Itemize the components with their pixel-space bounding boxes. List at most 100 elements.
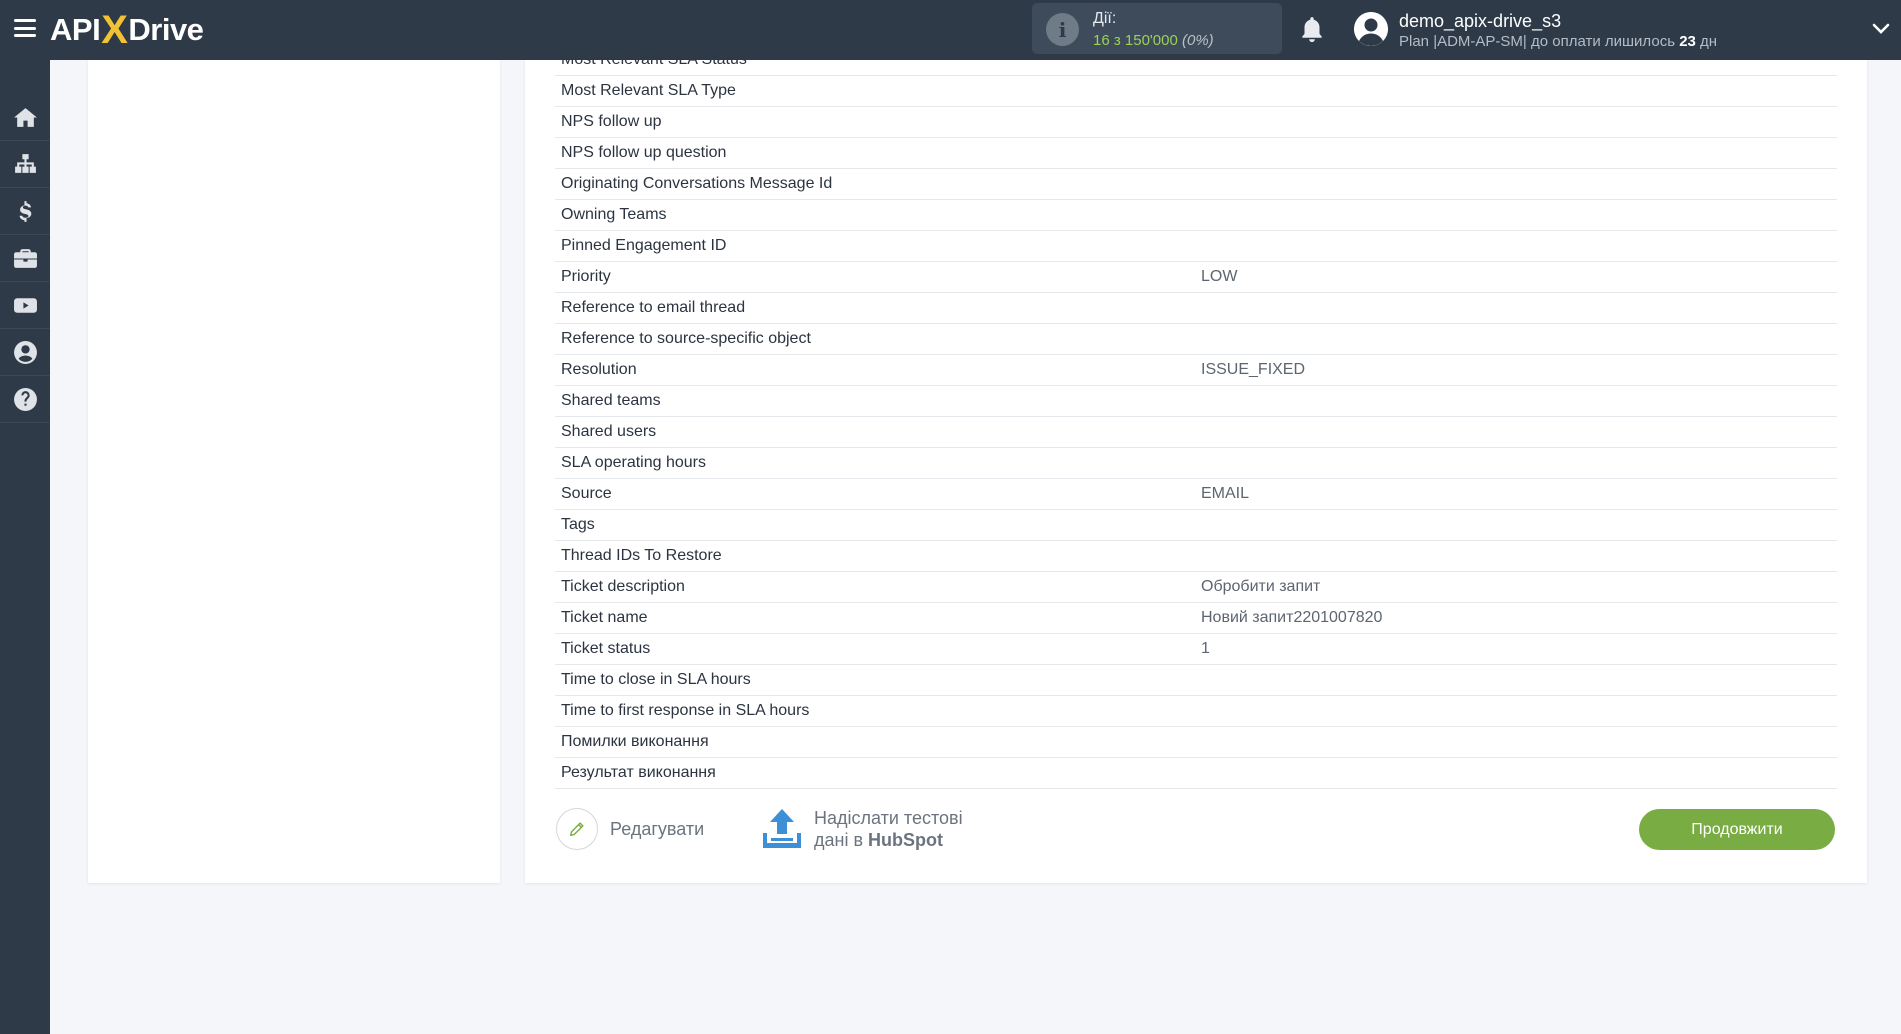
field-name: Most Relevant SLA Status (561, 60, 747, 69)
field-row: Time to close in SLA hours (555, 665, 1837, 696)
field-row: Tags (555, 510, 1837, 541)
logo[interactable]: API X Drive (50, 7, 204, 52)
send-test-data-label: Надіслати тестові дані в HubSpot (814, 807, 963, 851)
edit-button[interactable]: Редагувати (556, 808, 704, 850)
user-circle-icon (13, 340, 37, 364)
field-row: Most Relevant SLA Type (555, 76, 1837, 107)
field-row: Originating Conversations Message Id (555, 169, 1837, 200)
field-row: NPS follow up (555, 107, 1837, 138)
field-name: Resolution (561, 361, 637, 378)
field-row: Resolution ISSUE_FIXED (555, 355, 1837, 386)
field-row: NPS follow up question (555, 138, 1837, 169)
pencil-icon (556, 808, 598, 850)
field-row: Most Relevant SLA Status (555, 60, 1837, 76)
field-name: Shared users (561, 423, 657, 440)
sidebar-item-account[interactable] (0, 329, 50, 376)
fields-table: Most Relevant SLA Status Most Relevant SL… (555, 60, 1837, 789)
field-name: Most Relevant SLA Type (561, 82, 736, 99)
field-value: 1 (1201, 640, 1210, 657)
field-name: Ticket name (561, 609, 648, 626)
question-icon (13, 387, 37, 411)
field-row: Shared users (555, 417, 1837, 448)
sidebar-item-connections[interactable] (0, 141, 50, 188)
actions-percent: (0%) (1182, 32, 1214, 49)
fields-panel: Most Relevant SLA Status Most Relevant SL… (525, 60, 1867, 883)
sidebar (0, 60, 50, 1034)
field-name: Помилки виконання (561, 733, 709, 750)
field-row: Результат виконання (555, 758, 1837, 789)
actions-label: Дії: (1093, 10, 1117, 27)
field-name: Pinned Engagement ID (561, 237, 727, 254)
field-name: SLA operating hours (561, 454, 706, 471)
send-line-1: Надіслати тестові (814, 808, 963, 828)
youtube-icon (13, 297, 37, 313)
field-row: Ticket name Новий запит2201007820 (555, 603, 1837, 634)
left-panel (88, 60, 500, 883)
user-avatar-icon (1354, 12, 1388, 46)
field-name: Source (561, 485, 612, 502)
field-row: Pinned Engagement ID (555, 231, 1837, 262)
dollar-icon (19, 200, 31, 222)
logo-x-text: X (101, 7, 128, 52)
field-row: Source EMAIL (555, 479, 1837, 510)
field-row: Ticket description Обробити запит (555, 572, 1837, 603)
sidebar-item-home[interactable] (0, 94, 50, 141)
field-row: Ticket status 1 (555, 634, 1837, 665)
field-name: NPS follow up question (561, 144, 727, 161)
logo-right-text: Drive (128, 12, 204, 47)
plan-days: 23 (1679, 33, 1696, 50)
field-name: Reference to source-specific object (561, 330, 811, 347)
field-name: Originating Conversations Message Id (561, 175, 833, 192)
sidebar-item-services[interactable] (0, 235, 50, 282)
field-row: Reference to email thread (555, 293, 1837, 324)
field-row: Time to first response in SLA hours (555, 696, 1837, 727)
user-name[interactable]: demo_apix-drive_s3 (1399, 11, 1561, 32)
send-line-2: дані в HubSpot (814, 829, 963, 851)
sitemap-icon (14, 153, 36, 173)
upload-icon (763, 809, 801, 848)
chevron-down-icon[interactable] (1872, 20, 1890, 38)
field-value: ISSUE_FIXED (1201, 361, 1306, 378)
plan-text: Plan |ADM-AP-SM| до оплати лишилось (1399, 33, 1676, 50)
field-name: Ticket status (561, 640, 651, 657)
field-value: LOW (1201, 268, 1238, 285)
field-row: Reference to source-specific object (555, 324, 1837, 355)
field-name: Time to close in SLA hours (561, 671, 751, 688)
briefcase-icon (13, 248, 37, 268)
top-bar: API X Drive i Дії: 16 з 150'000 (0%) demo_… (0, 0, 1901, 60)
edit-label: Редагувати (610, 818, 705, 839)
user-plan: Plan |ADM-AP-SM| до оплати лишилось 23 д… (1399, 33, 1717, 50)
actions-counter[interactable]: i Дії: 16 з 150'000 (0%) (1032, 3, 1282, 54)
actions-value: 16 з 150'000 (0%) (1093, 32, 1214, 49)
field-row: Owning Teams (555, 200, 1837, 231)
field-name: NPS follow up (561, 113, 662, 130)
send-line-2-prefix: дані в (814, 830, 864, 850)
field-name: Thread IDs To Restore (561, 547, 722, 564)
field-value: EMAIL (1201, 485, 1250, 502)
field-name: Time to first response in SLA hours (561, 702, 810, 719)
field-name: Результат виконання (561, 764, 716, 781)
field-name: Reference to email thread (561, 299, 746, 316)
menu-icon[interactable] (12, 16, 38, 40)
field-name: Priority (561, 268, 611, 285)
send-line-2-brand: HubSpot (868, 830, 944, 850)
send-test-data-button[interactable]: Надіслати тестові дані в HubSpot (760, 806, 963, 852)
field-row: Помилки виконання (555, 727, 1837, 758)
bell-icon[interactable] (1299, 15, 1325, 45)
field-row: Shared teams (555, 386, 1837, 417)
field-row: Priority LOW (555, 262, 1837, 293)
plan-days-unit: дн (1700, 33, 1718, 50)
field-name: Tags (561, 516, 595, 533)
field-value: Обробити запит (1201, 578, 1321, 595)
field-value: Новий запит2201007820 (1201, 609, 1383, 626)
sidebar-item-videos[interactable] (0, 282, 50, 329)
logo-left-text: API (50, 12, 101, 47)
sidebar-item-help[interactable] (0, 376, 50, 423)
field-row: SLA operating hours (555, 448, 1837, 479)
avatar[interactable] (1354, 12, 1388, 46)
sidebar-item-billing[interactable] (0, 188, 50, 235)
field-row: Thread IDs To Restore (555, 541, 1837, 572)
continue-button[interactable]: Продовжити (1639, 809, 1835, 850)
field-name: Ticket description (561, 578, 685, 595)
info-icon: i (1046, 13, 1079, 46)
